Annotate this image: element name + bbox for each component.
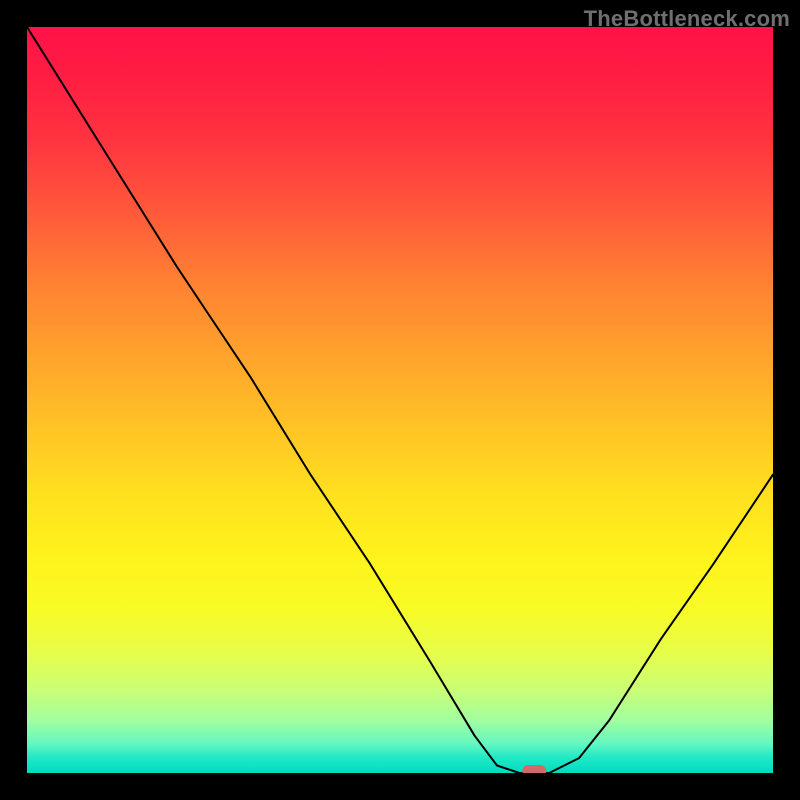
chart-frame: TheBottleneck.com: [0, 0, 800, 800]
bottleneck-curve: [27, 27, 773, 773]
optimum-marker: [522, 765, 546, 773]
watermark-text: TheBottleneck.com: [584, 6, 790, 32]
plot-area: [27, 27, 773, 773]
curve-svg: [27, 27, 773, 773]
